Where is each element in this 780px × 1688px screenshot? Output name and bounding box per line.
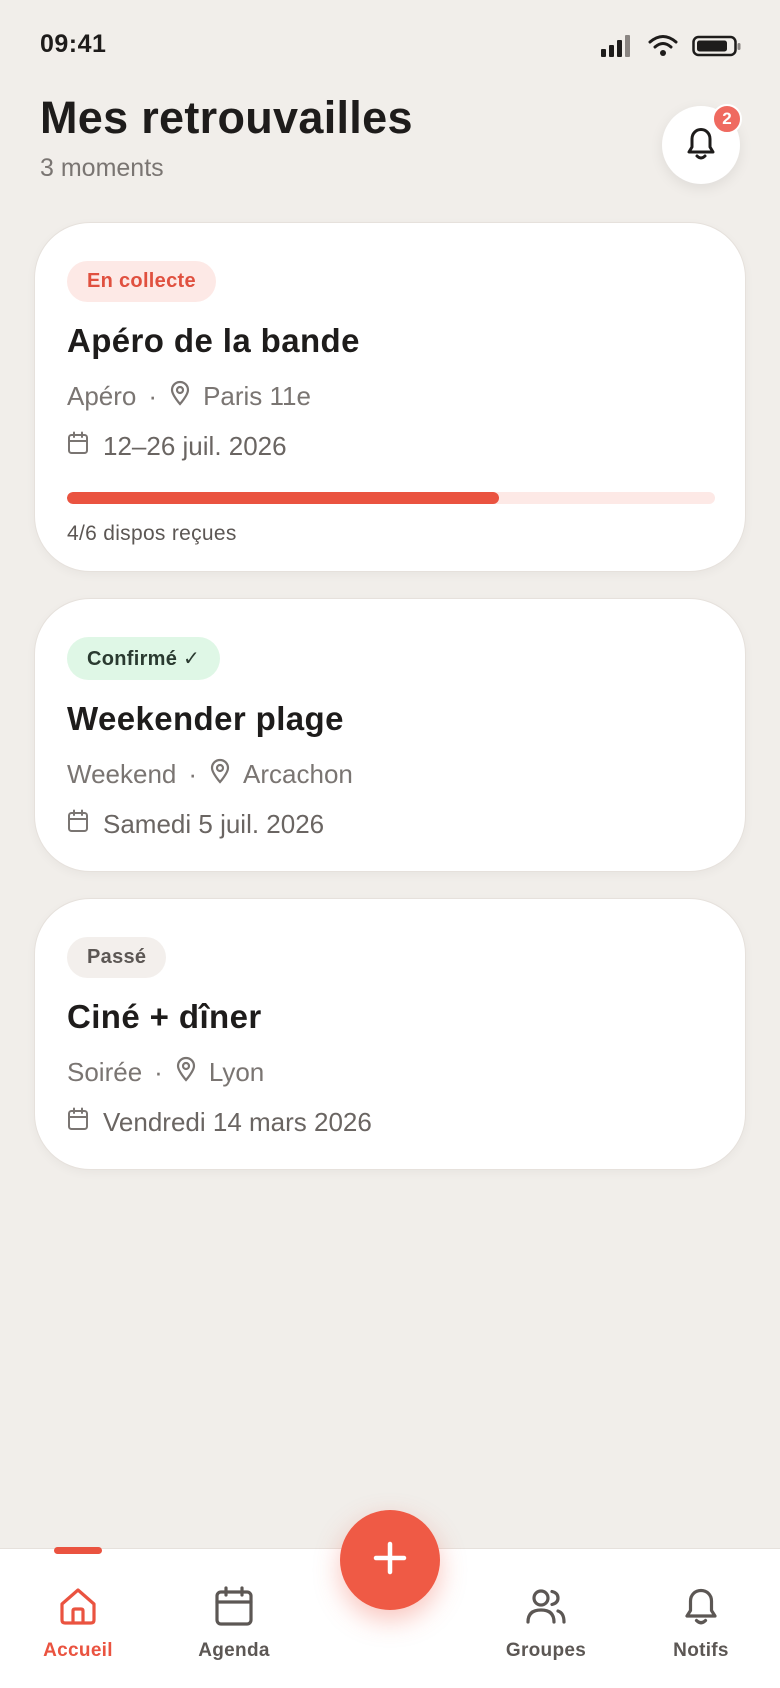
nav-label: Notifs (673, 1640, 729, 1661)
event-title: Weekender plage (67, 700, 344, 737)
event-type: Apéro (67, 381, 137, 411)
active-tab-indicator (54, 1547, 102, 1554)
location-pin-icon (209, 758, 231, 791)
create-moment-button[interactable] (340, 1510, 440, 1610)
event-card[interactable]: Confirmé ✓ Weekender plage Weekend · Arc… (34, 598, 746, 872)
event-meta: Apéro · Paris 11e (67, 380, 713, 413)
event-card[interactable]: Passé Ciné + dîner Soirée · Lyon Vendred… (34, 898, 746, 1170)
home-icon (57, 1585, 99, 1632)
status-badge: Confirmé ✓ (67, 637, 221, 680)
nav-label: Groupes (505, 1640, 587, 1661)
calendar-icon (67, 1107, 89, 1138)
status-badge: En collecte (67, 261, 216, 302)
event-title: Apéro de la bande (67, 322, 360, 359)
event-type: Weekend (67, 759, 177, 789)
page-subtitle: 3 moments (40, 154, 164, 182)
event-location: Lyon (208, 1057, 265, 1087)
nav-label: Accueil (43, 1640, 113, 1661)
event-card[interactable]: En collecte Apéro de la bande Apéro · Pa… (34, 222, 746, 572)
location-pin-icon (175, 1056, 197, 1089)
availability-progress-fill (67, 492, 499, 504)
nav-item-agenda[interactable]: Agenda (164, 1585, 304, 1662)
event-type: Soirée (67, 1057, 143, 1087)
notifications-button[interactable]: 2 (662, 104, 742, 184)
plus-icon (372, 1540, 408, 1581)
bell-icon (680, 1585, 722, 1632)
nav-label: Agenda (198, 1640, 270, 1661)
event-location: Paris 11e (203, 381, 311, 411)
event-title: Ciné + dîner (67, 998, 262, 1035)
status-bar: 09:41 (0, 0, 780, 96)
separator-dot: · (188, 759, 198, 789)
calendar-icon (67, 431, 89, 462)
wifi-icon (648, 34, 678, 58)
event-location: Arcachon (243, 759, 353, 789)
event-date-row: Vendredi 14 mars 2026 (67, 1107, 713, 1138)
event-date: 12–26 juil. 2026 (103, 431, 287, 461)
status-time: 09:41 (40, 30, 107, 58)
page-title: Mes retrouvailles (40, 92, 413, 143)
location-pin-icon (169, 380, 191, 413)
calendar-icon (67, 809, 89, 840)
users-icon (525, 1585, 567, 1632)
notification-count-badge: 2 (712, 104, 742, 134)
status-badge: Passé (67, 937, 167, 978)
nav-item-groupes[interactable]: Groupes (476, 1585, 616, 1662)
event-date: Vendredi 14 mars 2026 (103, 1107, 372, 1137)
separator-dot: · (154, 1057, 163, 1087)
header: Mes retrouvailles 3 moments 2 (40, 92, 742, 192)
status-icons (600, 34, 742, 58)
battery-icon (692, 34, 742, 58)
calendar-icon (213, 1585, 255, 1632)
event-date-row: Samedi 5 juil. 2026 (67, 809, 713, 840)
separator-dot: · (148, 381, 158, 411)
signal-icon (600, 34, 634, 58)
event-date-row: 12–26 juil. 2026 (67, 431, 713, 462)
bell-icon (683, 124, 719, 167)
nav-item-notifs[interactable]: Notifs (631, 1585, 771, 1662)
event-date: Samedi 5 juil. 2026 (103, 809, 325, 839)
availability-progress-bar (67, 492, 715, 504)
nav-item-accueil[interactable]: Accueil (8, 1585, 148, 1662)
event-meta: Weekend · Arcachon (67, 758, 713, 791)
availability-progress-label: 4/6 dispos reçues (67, 522, 237, 545)
event-meta: Soirée · Lyon (67, 1056, 713, 1089)
